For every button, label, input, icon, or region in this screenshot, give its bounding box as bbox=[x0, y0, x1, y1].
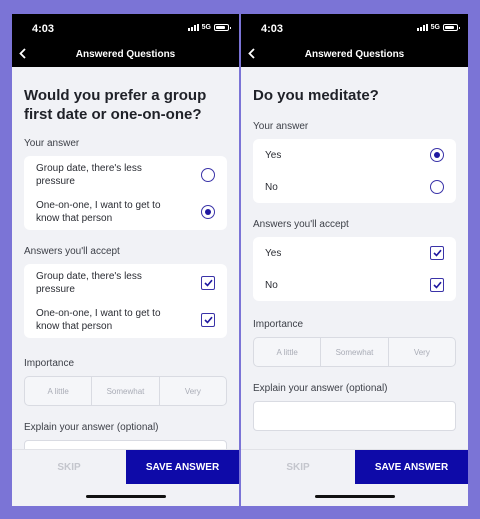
accept-option-one-on-one[interactable]: One-on-one, I want to get to know that p… bbox=[24, 301, 227, 338]
network-label: 5G bbox=[430, 24, 440, 31]
nav-title: Answered Questions bbox=[304, 49, 405, 60]
signal-icon bbox=[416, 24, 428, 31]
status-icons: 5G bbox=[187, 24, 231, 31]
answer-option-label: No bbox=[265, 181, 278, 193]
accept-option-label: Yes bbox=[265, 247, 282, 259]
radio-selected-icon[interactable] bbox=[430, 148, 444, 162]
accept-card: Yes No bbox=[253, 237, 456, 301]
status-time: 4:03 bbox=[32, 23, 55, 35]
accept-label: Answers you'll accept bbox=[253, 219, 349, 230]
battery-icon bbox=[443, 24, 460, 31]
accept-card: Group date, there's less pressure One-on… bbox=[24, 264, 227, 338]
save-answer-button[interactable]: SAVE ANSWER bbox=[355, 450, 468, 484]
checkbox-checked-icon[interactable] bbox=[430, 278, 444, 292]
explain-input[interactable] bbox=[253, 401, 456, 431]
importance-selector: A little Somewhat Very bbox=[24, 376, 227, 406]
answer-option-one-on-one[interactable]: One-on-one, I want to get to know that p… bbox=[24, 193, 227, 230]
your-answer-card: Yes No bbox=[253, 139, 456, 203]
question-title: Do you meditate? bbox=[253, 87, 379, 104]
home-indicator bbox=[86, 495, 166, 498]
accept-option-yes[interactable]: Yes bbox=[253, 237, 456, 269]
home-indicator bbox=[315, 495, 395, 498]
status-time: 4:03 bbox=[261, 23, 284, 35]
signal-icon bbox=[187, 24, 199, 31]
explain-label: Explain your answer (optional) bbox=[253, 383, 388, 394]
answer-option-label: Yes bbox=[265, 149, 282, 161]
importance-option-a-little[interactable]: A little bbox=[254, 338, 322, 366]
save-answer-button[interactable]: SAVE ANSWER bbox=[126, 450, 239, 484]
importance-option-very[interactable]: Very bbox=[389, 338, 455, 366]
answer-option-label: Group date, there's less pressure bbox=[36, 162, 142, 187]
answer-option-group-date[interactable]: Group date, there's less pressure bbox=[24, 156, 227, 193]
status-icons: 5G bbox=[416, 24, 460, 31]
footer-bar: SKIP SAVE ANSWER bbox=[241, 449, 468, 506]
screen-group-date-question: 4:03 5G Answered Questions Would you pre… bbox=[12, 14, 239, 506]
nav-title: Answered Questions bbox=[75, 49, 176, 60]
radio-unselected-icon[interactable] bbox=[430, 180, 444, 194]
network-label: 5G bbox=[201, 24, 211, 31]
accept-option-group-date[interactable]: Group date, there's less pressure bbox=[24, 264, 227, 301]
skip-button[interactable]: SKIP bbox=[12, 450, 126, 484]
your-answer-label: Your answer bbox=[253, 121, 309, 132]
accept-label: Answers you'll accept bbox=[24, 246, 120, 257]
accept-option-label: One-on-one, I want to get to know that p… bbox=[36, 307, 161, 332]
top-bar: 4:03 5G Answered Questions bbox=[12, 14, 239, 67]
accept-option-no[interactable]: No bbox=[253, 269, 456, 301]
screen-meditate-question: 4:03 5G Answered Questions Do you medita… bbox=[241, 14, 468, 506]
importance-label: Importance bbox=[253, 319, 304, 330]
importance-selector: A little Somewhat Very bbox=[253, 337, 456, 367]
checkbox-checked-icon[interactable] bbox=[430, 246, 444, 260]
importance-label: Importance bbox=[24, 358, 75, 369]
explain-label: Explain your answer (optional) bbox=[24, 422, 159, 433]
checkbox-checked-icon[interactable] bbox=[201, 275, 215, 290]
answer-option-label: One-on-one, I want to get to know that p… bbox=[36, 199, 161, 224]
radio-selected-icon[interactable] bbox=[201, 204, 215, 219]
importance-option-a-little[interactable]: A little bbox=[25, 377, 93, 405]
question-title: Would you prefer a group first date or o… bbox=[24, 87, 207, 123]
importance-option-somewhat[interactable]: Somewhat bbox=[92, 377, 160, 405]
answer-option-no[interactable]: No bbox=[253, 171, 456, 203]
importance-option-very[interactable]: Very bbox=[160, 377, 226, 405]
top-bar: 4:03 5G Answered Questions bbox=[241, 14, 468, 67]
your-answer-label: Your answer bbox=[24, 138, 80, 149]
skip-button[interactable]: SKIP bbox=[241, 450, 355, 484]
radio-unselected-icon[interactable] bbox=[201, 167, 215, 182]
accept-option-label: No bbox=[265, 279, 278, 291]
your-answer-card: Group date, there's less pressure One-on… bbox=[24, 156, 227, 230]
battery-icon bbox=[214, 24, 231, 31]
checkbox-checked-icon[interactable] bbox=[201, 312, 215, 327]
accept-option-label: Group date, there's less pressure bbox=[36, 270, 142, 295]
answer-option-yes[interactable]: Yes bbox=[253, 139, 456, 171]
importance-option-somewhat[interactable]: Somewhat bbox=[321, 338, 389, 366]
footer-bar: SKIP SAVE ANSWER bbox=[12, 449, 239, 506]
